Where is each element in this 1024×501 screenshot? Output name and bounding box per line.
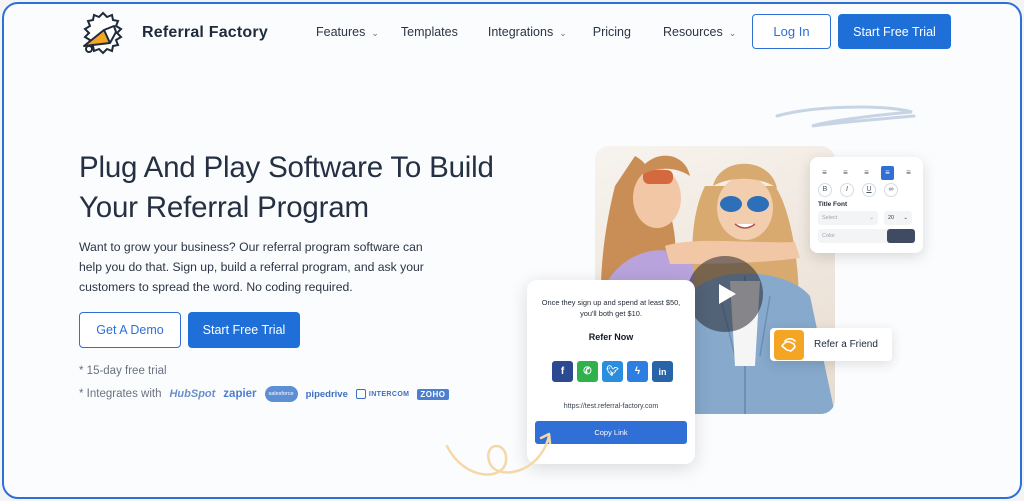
zoho-logo: ZOHO — [417, 388, 449, 400]
chevron-down-icon: ⌄ — [869, 215, 874, 221]
menu-label: Resources — [662, 25, 723, 39]
salesforce-logo: salesforce — [264, 386, 298, 402]
free-trial-note: * 15-day free trial — [79, 365, 167, 377]
select-value: 20 — [888, 215, 895, 221]
menu-label: Pricing — [592, 25, 631, 39]
intercom-logo: INTERCOM — [355, 389, 410, 399]
copy-link-button[interactable]: Copy Link — [535, 421, 687, 444]
start-trial-button-hero[interactable]: Start Free Trial — [188, 312, 300, 348]
integrations-label: * Integrates with — [79, 388, 162, 400]
align-center-icon[interactable]: ≡ — [839, 166, 852, 180]
refer-now-title: Refer Now — [588, 332, 634, 342]
play-icon — [719, 284, 736, 304]
start-trial-button-nav[interactable]: Start Free Trial — [838, 14, 951, 49]
chevron-down-icon: ⌄ — [903, 215, 908, 221]
swoosh-decoration-icon — [775, 105, 916, 128]
menu-item-resources[interactable]: Resources ⌄ — [663, 25, 736, 39]
top-nav: Referral Factory Features ⌄ Templates In… — [4, 4, 1020, 64]
integration-logos: HubSpot zapier salesforce pipedrive INTE… — [169, 386, 449, 402]
menu-label: Integrations — [487, 25, 554, 39]
login-button[interactable]: Log In — [752, 14, 831, 49]
hero-title: Plug And Play Software To Build Your Ref… — [79, 151, 494, 224]
hero-description: Want to grow your business? Our referral… — [79, 240, 424, 294]
refer-friend-label: Refer a Friend — [814, 339, 878, 350]
menu-label: Features — [316, 25, 366, 39]
underline-icon[interactable]: U — [862, 182, 876, 197]
zapier-logo: zapier — [223, 388, 257, 400]
menu-item-templates[interactable]: Templates — [401, 25, 458, 39]
handshake-icon — [774, 329, 804, 360]
chevron-down-icon: ⌄ — [728, 27, 737, 38]
align-left-icon[interactable]: ≡ — [818, 166, 831, 180]
bold-icon[interactable]: B — [818, 182, 832, 197]
title-font-label: Title Font — [818, 201, 848, 208]
linkedin-icon[interactable]: in — [652, 361, 673, 382]
chevron-down-icon: ⌄ — [559, 27, 567, 38]
referral-url: https://test.referral-factory.com — [563, 403, 659, 410]
reward-text: Once they sign up and spend at least $50… — [541, 298, 681, 318]
page-frame: Referral Factory Features ⌄ Templates In… — [2, 2, 1022, 499]
menu-item-integrations[interactable]: Integrations ⌄ — [488, 25, 567, 39]
megaphone-logo-icon — [83, 11, 123, 55]
font-size-select[interactable]: 20 ⌄ — [884, 211, 912, 225]
get-demo-button[interactable]: Get A Demo — [79, 312, 181, 348]
pipedrive-logo: pipedrive — [305, 388, 348, 400]
align-justify-icon[interactable]: ≡ — [881, 165, 894, 180]
format-toolbar: B I U ∞ — [818, 182, 915, 197]
whatsapp-icon[interactable]: ✆ — [577, 361, 598, 382]
chevron-down-icon: ⌄ — [371, 27, 379, 38]
brand-logo[interactable]: Referral Factory — [78, 10, 268, 56]
link-icon[interactable]: ∞ — [884, 182, 898, 197]
brand-name: Referral Factory — [142, 24, 268, 41]
select-value: Select — [822, 215, 838, 221]
main-menu: Features ⌄ Templates Integrations ⌄ Pric… — [316, 25, 736, 39]
intercom-wordmark: INTERCOM — [368, 390, 410, 398]
twitter-icon[interactable]: 🐦︎ — [602, 361, 623, 382]
messenger-icon[interactable]: ϟ — [627, 361, 648, 382]
menu-item-pricing[interactable]: Pricing — [593, 25, 631, 39]
style-editor-card: ≡ ≡ ≡ ≡ ≡ B I U ∞ Title Font Select ⌄ 20… — [810, 157, 923, 253]
facebook-icon[interactable]: f — [552, 361, 573, 382]
integrations-note: * Integrates with HubSpot zapier salesfo… — [79, 386, 449, 402]
color-picker[interactable]: Color — [818, 229, 915, 243]
hubspot-logo: HubSpot — [169, 388, 216, 400]
loop-decoration-icon — [445, 432, 552, 476]
color-label: Color — [822, 233, 836, 239]
color-swatch[interactable] — [887, 229, 915, 243]
menu-label: Templates — [400, 25, 458, 39]
refer-friend-badge[interactable]: Refer a Friend — [770, 328, 892, 361]
intercom-icon — [355, 389, 366, 399]
font-family-select[interactable]: Select ⌄ — [818, 211, 878, 225]
video-play-button[interactable] — [687, 256, 763, 332]
menu-item-features[interactable]: Features ⌄ — [316, 25, 379, 39]
align-distribute-icon[interactable]: ≡ — [902, 166, 915, 180]
align-right-icon[interactable]: ≡ — [860, 166, 873, 180]
italic-icon[interactable]: I — [840, 182, 854, 197]
share-buttons: f ✆ 🐦︎ ϟ in — [552, 361, 673, 382]
alignment-toolbar: ≡ ≡ ≡ ≡ ≡ — [818, 165, 915, 180]
font-selects: Select ⌄ 20 ⌄ — [818, 211, 915, 225]
